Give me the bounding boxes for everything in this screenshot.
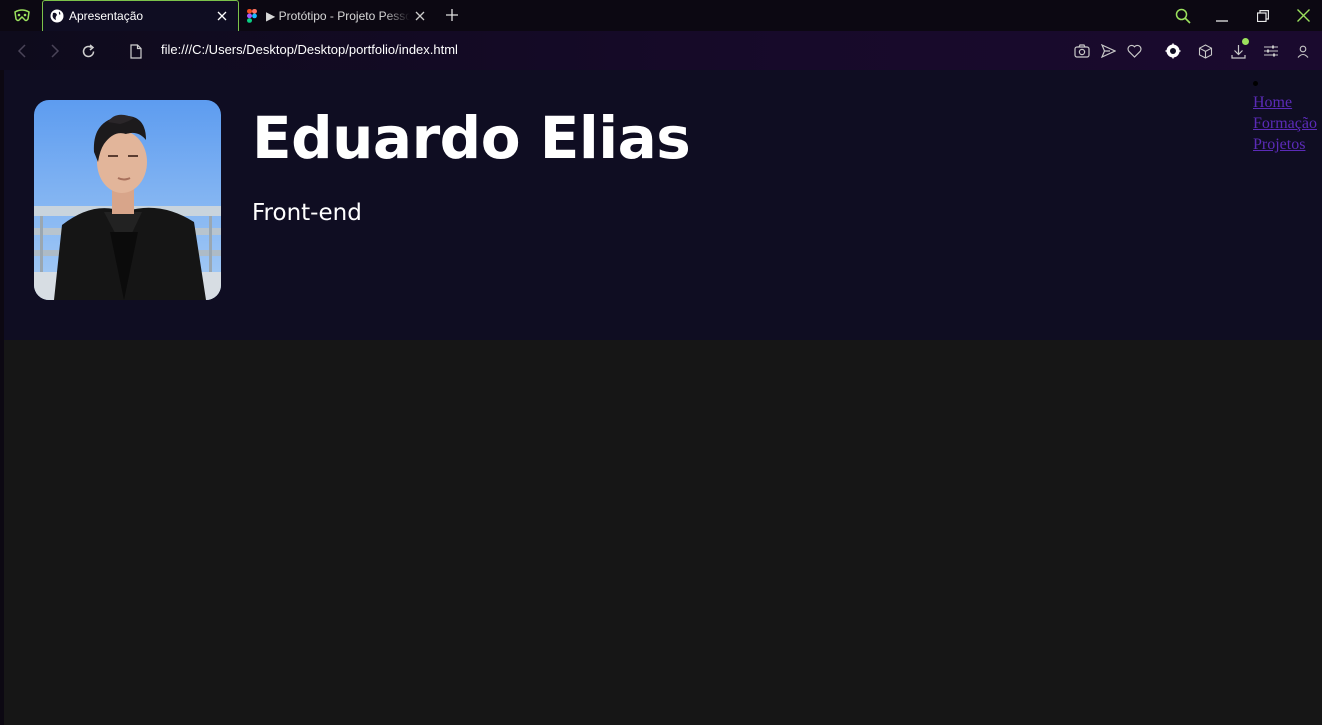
back-arrow-icon[interactable] (11, 40, 33, 62)
close-tab-icon[interactable] (410, 6, 430, 26)
profile-user-icon[interactable] (1292, 40, 1314, 62)
heart-icon[interactable] (1123, 40, 1145, 62)
new-tab-plus-icon[interactable] (442, 5, 462, 25)
minimize-icon[interactable] (1204, 0, 1240, 31)
list-bullet (1253, 81, 1258, 86)
web-page: Eduardo Elias Front-end Home Formação Pr… (4, 70, 1322, 725)
globe-icon (50, 9, 64, 23)
nav-link-home[interactable]: Home (1253, 92, 1317, 113)
nav-link-projetos[interactable]: Projetos (1253, 134, 1317, 155)
page-info-icon[interactable] (125, 40, 147, 62)
tab-title: ▶ Protótipo - Projeto Pessoal (266, 8, 410, 23)
aria-ai-icon[interactable] (1162, 40, 1184, 62)
reload-icon[interactable] (77, 40, 99, 62)
tab-title: Apresentação (69, 9, 144, 23)
job-title: Front-end (252, 200, 362, 226)
page-header: Eduardo Elias Front-end Home Formação Pr… (4, 70, 1322, 340)
nav-link-formacao[interactable]: Formação (1253, 113, 1317, 134)
restore-icon[interactable] (1245, 0, 1281, 31)
opera-gx-logo-icon[interactable] (8, 6, 36, 26)
easy-setup-sliders-icon[interactable] (1260, 40, 1282, 62)
extensions-cube-icon[interactable] (1194, 40, 1216, 62)
tab-strip: Apresentação ▶ Protótipo - Projeto Pesso… (0, 0, 1322, 31)
address-bar-url[interactable]: file:///C:/Users/Desktop/Desktop/portfol… (161, 42, 458, 57)
download-badge-dot (1242, 38, 1249, 45)
send-icon[interactable] (1097, 40, 1119, 62)
search-tabs-icon[interactable] (1165, 0, 1201, 31)
figma-icon (247, 8, 261, 23)
snapshot-camera-icon[interactable] (1071, 40, 1093, 62)
close-window-icon[interactable] (1285, 0, 1321, 31)
tab-apresentacao[interactable]: Apresentação (42, 0, 239, 31)
tab-prototipo[interactable]: ▶ Protótipo - Projeto Pessoal (240, 0, 436, 31)
forward-arrow-icon[interactable] (44, 40, 66, 62)
page-title: Eduardo Elias (252, 104, 691, 172)
close-tab-icon[interactable] (212, 6, 232, 26)
profile-photo (34, 100, 221, 300)
address-toolbar: file:///C:/Users/Desktop/Desktop/portfol… (0, 31, 1322, 70)
